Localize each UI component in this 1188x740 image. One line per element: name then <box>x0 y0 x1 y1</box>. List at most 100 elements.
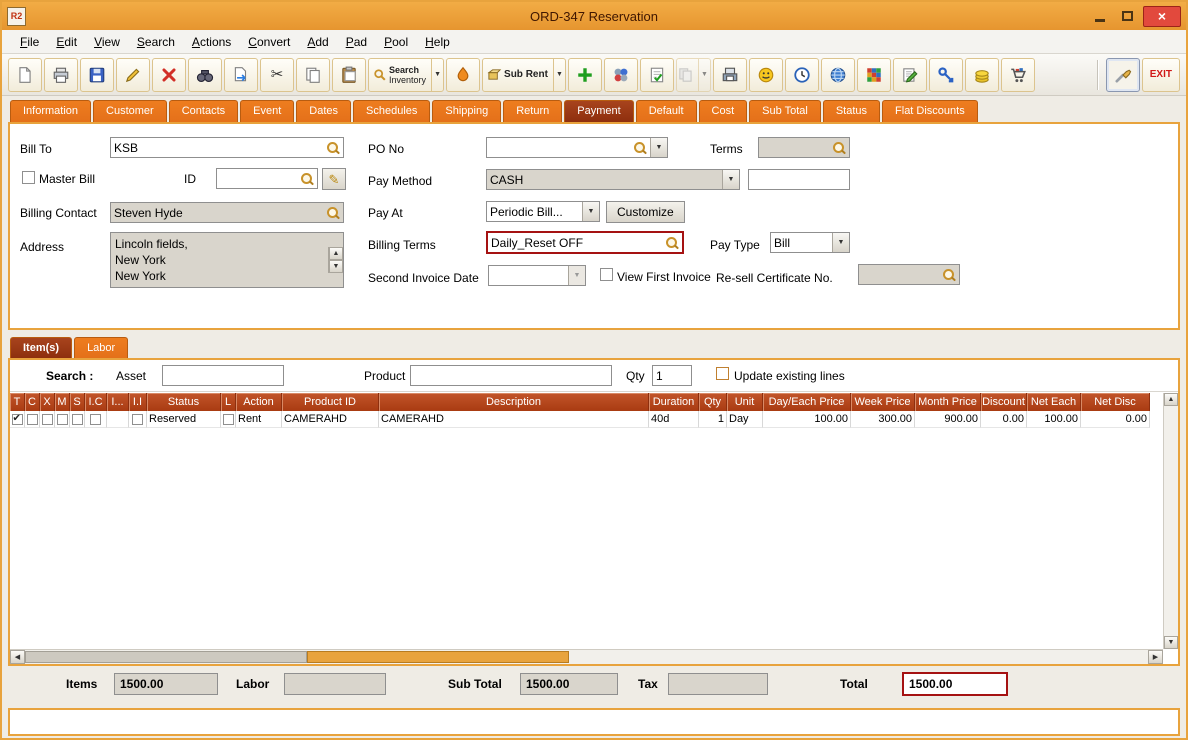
column-header[interactable]: Duration <box>649 393 699 411</box>
key-button[interactable] <box>929 58 963 92</box>
po-no-input[interactable]: ▼ <box>486 137 668 158</box>
column-header[interactable]: I.I <box>129 393 147 411</box>
tab-labor[interactable]: Labor <box>74 337 128 358</box>
exit-button[interactable]: EXIT <box>1142 58 1180 92</box>
web-button[interactable] <box>821 58 855 92</box>
column-header[interactable]: C <box>25 393 40 411</box>
view-first-invoice-checkbox[interactable] <box>600 268 613 281</box>
product-input[interactable] <box>410 365 612 386</box>
scroll-up-icon[interactable]: ▲ <box>1164 393 1178 406</box>
address-scrollbar[interactable]: ▲ ▼ <box>328 247 343 273</box>
table-row[interactable]: Reserved Rent CAMERAHD CAMERAHD 40d 1 Da… <box>10 411 1150 428</box>
column-header[interactable]: Net Each <box>1027 393 1081 411</box>
sub-rent-button[interactable]: Sub Rent ▼ <box>482 58 566 92</box>
po-no-dropdown-icon[interactable]: ▼ <box>650 138 667 157</box>
pay-method-dropdown-icon[interactable]: ▼ <box>722 170 739 189</box>
bill-to-input[interactable]: KSB <box>110 137 344 158</box>
row-x-checkbox[interactable] <box>42 414 53 425</box>
column-header[interactable]: M <box>55 393 70 411</box>
pay-method-aux-input[interactable] <box>748 169 850 190</box>
asset-input[interactable] <box>162 365 284 386</box>
customize-button[interactable]: Customize <box>606 201 685 223</box>
tab-information[interactable]: Information <box>10 100 91 122</box>
column-header[interactable]: S <box>70 393 85 411</box>
menu-actions[interactable]: Actions <box>184 32 239 52</box>
id-edit-button[interactable]: ✎ <box>322 168 346 190</box>
items-vertical-scrollbar[interactable]: ▲ ▼ <box>1163 393 1178 649</box>
tools-button[interactable] <box>1106 58 1140 92</box>
tab-shipping[interactable]: Shipping <box>432 100 501 122</box>
copy-button[interactable] <box>296 58 330 92</box>
search-icon[interactable] <box>326 206 340 220</box>
scroll-right-icon[interactable]: ▶ <box>1148 650 1163 664</box>
search-icon[interactable] <box>326 141 340 155</box>
fax-button[interactable] <box>713 58 747 92</box>
menu-pad[interactable]: Pad <box>338 32 375 52</box>
tab-event[interactable]: Event <box>240 100 294 122</box>
menu-convert[interactable]: Convert <box>240 32 298 52</box>
cube-button[interactable] <box>857 58 891 92</box>
close-button[interactable]: × <box>1143 6 1181 27</box>
tab-customer[interactable]: Customer <box>93 100 167 122</box>
vertical-scroll-track[interactable] <box>1164 406 1178 636</box>
tab-contacts[interactable]: Contacts <box>169 100 238 122</box>
pay-at-dropdown-icon[interactable]: ▼ <box>582 202 599 221</box>
tab-items[interactable]: Item(s) <box>10 337 72 358</box>
row-ii-checkbox[interactable] <box>132 414 143 425</box>
qty-input[interactable]: 1 <box>652 365 692 386</box>
pool-button[interactable] <box>604 58 638 92</box>
money-button[interactable] <box>965 58 999 92</box>
feedback-button[interactable] <box>749 58 783 92</box>
search-icon[interactable] <box>665 236 679 250</box>
column-header[interactable]: Product ID <box>282 393 379 411</box>
column-header[interactable]: Status <box>147 393 221 411</box>
menu-file[interactable]: File <box>12 32 47 52</box>
row-s-checkbox[interactable] <box>72 414 83 425</box>
transfer-button[interactable] <box>224 58 258 92</box>
delete-button[interactable] <box>152 58 186 92</box>
checklist-button[interactable] <box>640 58 674 92</box>
horizontal-scroll-thumb[interactable] <box>25 651 307 663</box>
billing-terms-input[interactable]: Daily_Reset OFF <box>486 231 684 254</box>
column-header[interactable]: I... <box>107 393 129 411</box>
column-header[interactable]: T <box>10 393 25 411</box>
pay-type-dropdown-icon[interactable]: ▼ <box>832 233 849 252</box>
address-box[interactable]: Lincoln fields, New York New York ▲ ▼ <box>110 232 344 288</box>
menu-search[interactable]: Search <box>129 32 183 52</box>
paint-button[interactable] <box>446 58 480 92</box>
menu-pool[interactable]: Pool <box>376 32 416 52</box>
search-icon[interactable] <box>633 141 647 155</box>
update-existing-lines-checkbox[interactable] <box>716 367 729 380</box>
tab-flat-discounts[interactable]: Flat Discounts <box>882 100 978 122</box>
menu-add[interactable]: Add <box>299 32 336 52</box>
cut-button[interactable]: ✂ <box>260 58 294 92</box>
duplicate-button[interactable]: ▼ <box>676 58 711 92</box>
search-icon[interactable] <box>832 141 846 155</box>
row-c-checkbox[interactable] <box>27 414 38 425</box>
pay-type-select[interactable]: Bill ▼ <box>770 232 850 253</box>
column-header[interactable]: X <box>40 393 55 411</box>
terms-input[interactable] <box>758 137 850 158</box>
items-horizontal-scrollbar[interactable]: ◀ ▶ <box>10 649 1163 664</box>
tab-default[interactable]: Default <box>636 100 697 122</box>
menu-help[interactable]: Help <box>417 32 458 52</box>
master-bill-checkbox[interactable] <box>22 171 35 184</box>
column-header[interactable]: Month Price <box>915 393 981 411</box>
new-document-button[interactable] <box>8 58 42 92</box>
paste-button[interactable] <box>332 58 366 92</box>
cart-button[interactable] <box>1001 58 1035 92</box>
search-inventory-button[interactable]: Search Inventory ▼ <box>368 58 444 92</box>
tab-status[interactable]: Status <box>823 100 880 122</box>
scroll-left-icon[interactable]: ◀ <box>10 650 25 664</box>
menu-edit[interactable]: Edit <box>48 32 85 52</box>
column-header[interactable]: Week Price <box>851 393 915 411</box>
sub-rent-dropdown-icon[interactable]: ▼ <box>553 59 565 91</box>
row-ic-checkbox[interactable] <box>90 414 101 425</box>
column-header[interactable]: L <box>221 393 236 411</box>
column-header[interactable]: Discount <box>981 393 1027 411</box>
find-button[interactable] <box>188 58 222 92</box>
search-icon[interactable] <box>300 172 314 186</box>
row-l-checkbox[interactable] <box>223 414 234 425</box>
column-header[interactable]: Action <box>236 393 282 411</box>
menu-view[interactable]: View <box>86 32 128 52</box>
